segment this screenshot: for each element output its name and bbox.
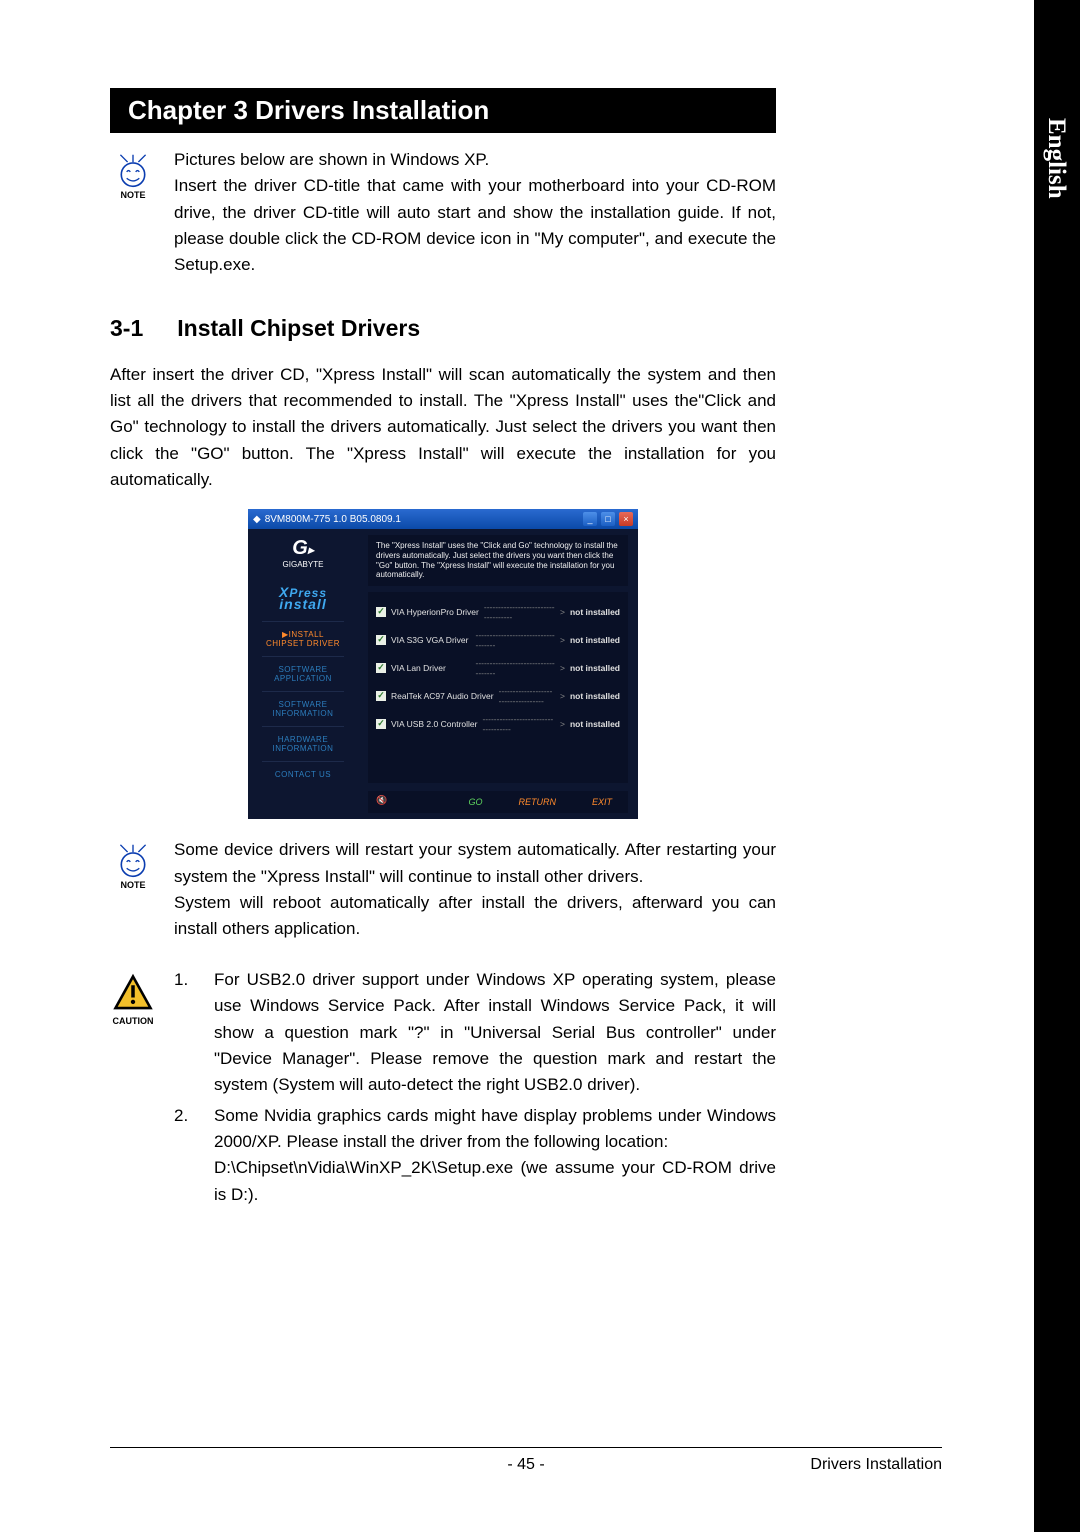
driver-checkbox[interactable]: ✓ [376,607,386,617]
caution-label: CAUTION [113,1016,154,1026]
caution-item-number: 2. [174,1103,194,1208]
installer-screenshot: ◆ 8VM800M-775 1.0 B05.0809.1 _ □ × G▸ GI… [248,509,638,819]
driver-checkbox[interactable]: ✓ [376,635,386,645]
driver-name: RealTek AC97 Audio Driver [391,691,494,701]
side-tab: English [1034,0,1080,1532]
content-area: Chapter 3 Drivers Installation NOTE Pict… [0,0,840,1212]
installer-sidebar: G▸ GIGABYTE XPressinstall ▶INSTALL CHIPS… [248,529,358,819]
sidebar-item[interactable]: ▶INSTALL CHIPSET DRIVER [262,621,344,656]
driver-status: not installed [570,607,620,617]
caution-icon: CAUTION [110,973,156,1212]
driver-row: ✓VIA USB 2.0 Controller-----------------… [376,714,620,734]
note-text-1: Pictures below are shown in Windows XP. … [174,147,776,279]
caution-block: CAUTION 1.For USB2.0 driver support unde… [110,967,776,1212]
page-footer: - 45 - Drivers Installation [110,1447,942,1474]
section-heading: 3-1 Install Chipset Drivers [110,315,776,342]
driver-row: ✓VIA Lan Driver-------------------------… [376,658,620,678]
smiley-face-icon [115,153,151,189]
driver-checkbox[interactable]: ✓ [376,663,386,673]
close-button[interactable]: × [619,512,633,526]
driver-name: VIA S3G VGA Driver [391,635,470,645]
maximize-button[interactable]: □ [601,512,615,526]
installer-main: The "Xpress Install" uses the "Click and… [358,529,638,819]
page-number: - 45 - [110,1456,942,1474]
return-button[interactable]: RETURN [510,795,564,809]
chapter-title: Chapter 3 Drivers Installation [110,88,776,133]
note-block-1: NOTE Pictures below are shown in Windows… [110,147,776,279]
paragraph-1: After insert the driver CD, "Xpress Inst… [110,362,776,494]
driver-name: VIA Lan Driver [391,663,470,673]
sidebar-item[interactable]: SOFTWARE APPLICATION [262,656,344,691]
window-title-bar: ◆ 8VM800M-775 1.0 B05.0809.1 _ □ × [248,509,638,529]
note-block-2: NOTE Some device drivers will restart yo… [110,837,776,942]
note-label: NOTE [120,190,145,200]
caution-item-number: 1. [174,967,194,1099]
driver-row: ✓RealTek AC97 Audio Driver--------------… [376,686,620,706]
installer-intro: The "Xpress Install" uses the "Click and… [368,535,628,585]
caution-item: 1.For USB2.0 driver support under Window… [174,967,776,1099]
exit-button[interactable]: EXIT [584,795,620,809]
page-container: English Chapter 3 Drivers Installation N… [0,0,1080,1532]
driver-status: not installed [570,663,620,673]
note-icon: NOTE [110,153,156,279]
section-number: 3-1 [110,315,143,342]
caution-item-text: For USB2.0 driver support under Windows … [214,967,776,1099]
gigabyte-logo: G▸ GIGABYTE [283,537,324,569]
caution-item-text: Some Nvidia graphics cards might have di… [214,1103,776,1208]
sidebar-item[interactable]: SOFTWARE INFORMATION [262,691,344,726]
sidebar-item[interactable]: HARDWARE INFORMATION [262,726,344,761]
xpress-install-logo: XPressinstall [279,587,327,611]
driver-status: not installed [570,691,620,701]
driver-row: ✓VIA S3G VGA Driver---------------------… [376,630,620,650]
caution-item: 2.Some Nvidia graphics cards might have … [174,1103,776,1208]
driver-row: ✓VIA HyperionPro Driver-----------------… [376,602,620,622]
brand-label: GIGABYTE [283,560,324,569]
minimize-button[interactable]: _ [583,512,597,526]
driver-list: ✓VIA HyperionPro Driver-----------------… [368,592,628,784]
driver-checkbox[interactable]: ✓ [376,691,386,701]
driver-checkbox[interactable]: ✓ [376,719,386,729]
window-body: G▸ GIGABYTE XPressinstall ▶INSTALL CHIPS… [248,529,638,819]
smiley-face-icon [115,843,151,879]
caution-list: 1.For USB2.0 driver support under Window… [174,967,776,1212]
section-title: Install Chipset Drivers [177,315,420,342]
note-label-2: NOTE [120,880,145,890]
window-title: 8VM800M-775 1.0 B05.0809.1 [265,514,579,525]
installer-buttons: 🔇 GO RETURN EXIT [368,791,628,813]
driver-name: VIA USB 2.0 Controller [391,719,477,729]
note-text-2: Some device drivers will restart your sy… [174,837,776,942]
driver-status: not installed [570,635,620,645]
sidebar-item[interactable]: CONTACT US [262,761,344,787]
go-button[interactable]: GO [460,795,490,809]
window-icon: ◆ [253,514,261,525]
language-label: English [1042,118,1070,199]
warning-triangle-icon [112,973,154,1015]
note-icon-2: NOTE [110,843,156,942]
driver-status: not installed [570,719,620,729]
driver-name: VIA HyperionPro Driver [391,607,479,617]
